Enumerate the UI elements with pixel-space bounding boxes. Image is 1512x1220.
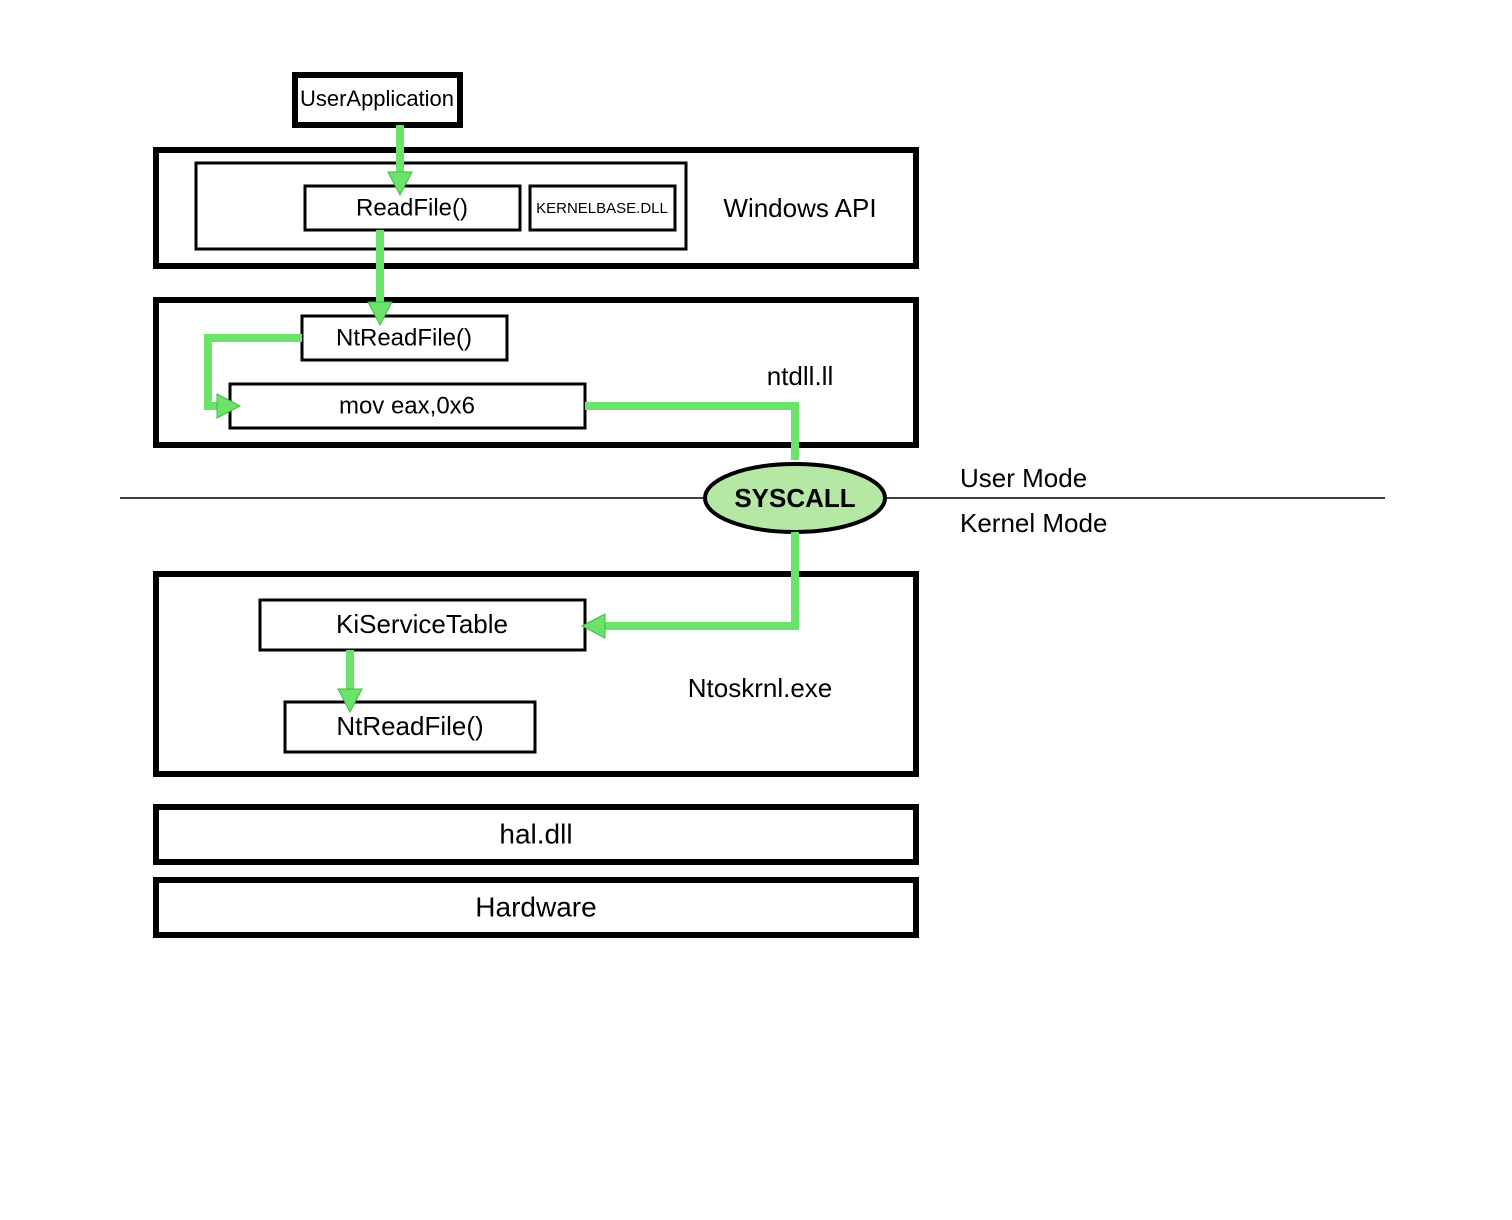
- haldll-label: hal.dll: [499, 818, 572, 849]
- mov-eax-label: mov eax,0x6: [339, 392, 475, 419]
- ntdll-label: ntdll.ll: [767, 361, 833, 391]
- user-application-label: UserApplication: [300, 86, 454, 111]
- readfile-label: ReadFile(): [356, 194, 468, 221]
- kernelbase-label: KERNELBASE.DLL: [536, 200, 668, 217]
- windows-api-label: Windows API: [723, 193, 876, 223]
- ntreadfile-kernel-label: NtReadFile(): [336, 711, 483, 741]
- hardware-label: Hardware: [475, 891, 596, 922]
- kiservicetable-label: KiServiceTable: [336, 609, 508, 639]
- ntreadfile-ntdll-label: NtReadFile(): [336, 324, 472, 351]
- ntoskrnl-label: Ntoskrnl.exe: [688, 673, 833, 703]
- kernel-mode-label: Kernel Mode: [960, 508, 1107, 538]
- user-mode-label: User Mode: [960, 463, 1087, 493]
- syscall-label: SYSCALL: [734, 483, 855, 513]
